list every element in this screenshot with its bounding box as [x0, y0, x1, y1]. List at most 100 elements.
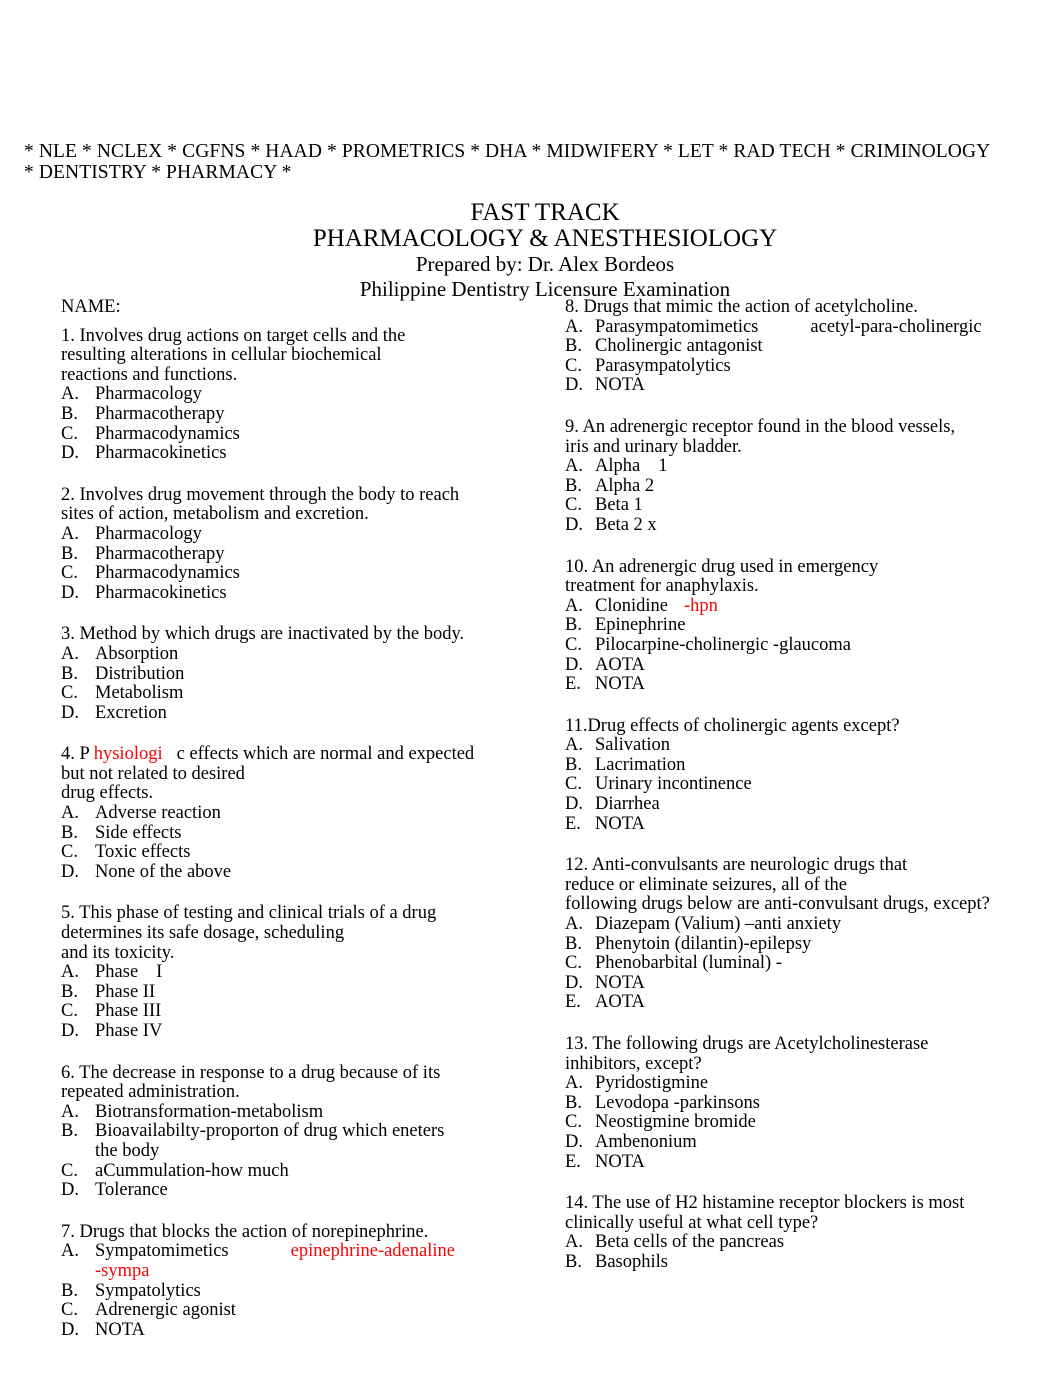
option-row[interactable]: D. Ambenonium [565, 1132, 1015, 1153]
option-text: NOTA [595, 814, 1015, 835]
option-row[interactable]: C. Phenobarbital (luminal) - [565, 953, 1015, 974]
option-row[interactable]: B. Cholinergic antagonist [565, 336, 1015, 357]
option-row[interactable]: A. Alpha 1 [565, 456, 1015, 477]
option-row[interactable]: C. Urinary incontinence [565, 775, 1015, 795]
option-row[interactable]: B. Pharmacotherapy [61, 404, 481, 425]
option-row[interactable]: D. NOTA [61, 1320, 481, 1341]
option-row[interactable]: D. NOTA [565, 376, 1015, 396]
option-row[interactable]: A. Pharmacology [61, 524, 481, 545]
option-row[interactable]: A. Absorption [61, 644, 481, 665]
option-row[interactable]: C. Parasympatolytics [565, 356, 1015, 377]
question-block: 12. Anti-convulsants are neurologic drug… [565, 856, 1015, 1013]
option-row[interactable]: C. Pilocarpine-cholinergic -glaucoma [565, 635, 1015, 656]
option-row[interactable]: C. aCummulation-how much [61, 1161, 481, 1182]
option-row[interactable]: A. Parasympatomimetics acetyl-para-choline… [565, 316, 1015, 338]
option-text: Parasympatomimetics acetyl-para-cholinerg… [595, 316, 1015, 338]
option-row[interactable]: B. Distribution [61, 663, 481, 685]
option-row[interactable]: B. Sympatolytics [61, 1281, 481, 1302]
option-annotation: acetyl-para-cholinergic [810, 316, 982, 337]
option-list: A. Clonidine -hpn B. Epinephrine C. Pilocarpin… [565, 595, 1015, 695]
option-text: Clonidine -hpn [595, 596, 1015, 617]
option-text: Pharmacology [95, 524, 481, 545]
option-row[interactable]: C. Beta 1 [565, 496, 1015, 516]
option-letter: C. [61, 1001, 78, 1022]
option-text: Lacrimation [595, 755, 1015, 776]
option-row[interactable]: A. Diazepam (Valium) –anti anxiety [565, 914, 1015, 935]
option-row[interactable]: B. Bioavailabilty-proporton of drug which… [61, 1122, 481, 1161]
question-stem-line: and its toxicity. [61, 942, 175, 963]
right-questions-container: 8. Drugs that mimic the action of acetyl… [565, 297, 1015, 1273]
option-row[interactable]: B. Epinephrine [565, 616, 1015, 636]
option-label: Toxic effects [95, 842, 191, 863]
option-text: Side effects [95, 823, 481, 844]
option-letter: A. [565, 1073, 583, 1094]
option-label: Alpha 2 [595, 475, 655, 496]
option-letter: B. [61, 663, 78, 684]
option-label: NOTA [595, 674, 645, 695]
option-row[interactable]: C. Phase III [61, 1002, 481, 1022]
option-list: A. Alpha 1 B. Alpha 2 C. Beta 1 D. Beta 2 x [565, 456, 1015, 536]
option-row[interactable]: C. Metabolism [61, 683, 481, 704]
option-letter: A. [565, 595, 583, 616]
option-text: Beta 1 [595, 496, 1015, 516]
option-text: Salivation [595, 735, 1015, 756]
option-row[interactable]: D. None of the above [61, 862, 481, 883]
option-text: Phase III [95, 1002, 481, 1022]
option-annotation-red-line2: -sympa [95, 1260, 150, 1281]
question-stem-line: drug effects. [61, 783, 154, 804]
option-row[interactable]: B. Alpha 2 [565, 475, 1015, 497]
option-row[interactable]: D. Pharmacokinetics [61, 583, 481, 604]
option-row[interactable]: C. Neostigmine bromide [565, 1113, 1015, 1133]
option-row[interactable]: C. Pharmacodynamics [61, 423, 481, 445]
option-row[interactable]: B. Pharmacotherapy [61, 544, 481, 565]
option-row[interactable]: D. NOTA [565, 973, 1015, 994]
option-row[interactable]: E. AOTA [565, 993, 1015, 1013]
option-row[interactable]: A. Clonidine -hpn [565, 595, 1015, 617]
option-row[interactable]: E. NOTA [565, 814, 1015, 835]
option-row[interactable]: A. Beta cells of the pancreas [565, 1233, 1015, 1253]
option-row[interactable]: A. Pyridostigmine [565, 1073, 1015, 1094]
option-row[interactable]: A. Salivation [565, 735, 1015, 756]
question-stem: 9. An adrenergic receptor found in the b… [565, 416, 1015, 457]
option-label: Beta 2 x [595, 514, 657, 535]
question-stem-line: 2. Involves drug movement through the bo… [61, 484, 460, 505]
option-row[interactable]: D. AOTA [565, 655, 1015, 676]
option-row[interactable]: D. Pharmacokinetics [61, 443, 481, 464]
option-row[interactable]: B. Lacrimation [565, 755, 1015, 776]
option-row[interactable]: A. Pharmacology [61, 385, 481, 405]
option-row[interactable]: B. Side effects [61, 823, 481, 844]
option-text: Ambenonium [595, 1132, 1015, 1153]
option-letter: E. [565, 674, 581, 695]
option-row[interactable]: D. Tolerance [61, 1180, 481, 1201]
question-block: 11.Drug effects of cholinergic agents ex… [565, 716, 1015, 835]
option-row[interactable]: E. NOTA [565, 1152, 1015, 1173]
question-stem-line: 8. Drugs that mimic the action of acetyl… [565, 297, 918, 317]
option-row[interactable]: A. Sympatomimetics epinephrine-adenaline -s… [61, 1242, 481, 1281]
question-stem-line: but not related to desired [61, 763, 245, 784]
option-row[interactable]: B. Phase II [61, 982, 481, 1003]
option-letter: A. [61, 803, 79, 824]
option-row[interactable]: B. Levodopa -parkinsons [565, 1093, 1015, 1114]
option-row[interactable]: C. Pharmacodynamics [61, 563, 481, 584]
option-row[interactable]: A. Adverse reaction [61, 803, 481, 824]
option-row[interactable]: E. NOTA [565, 674, 1015, 695]
question-stem-line: 9. An adrenergic receptor found in the b… [565, 416, 956, 437]
option-list: A. Adverse reaction B. Side effects C. Toxic … [61, 803, 481, 883]
option-row[interactable]: A. Phase I [61, 962, 481, 983]
option-row[interactable]: C. Toxic effects [61, 842, 481, 863]
option-letter: C. [61, 423, 78, 444]
question-block: 1. Involves drug actions on target cells… [61, 326, 481, 464]
option-row[interactable]: B. Basophils [565, 1252, 1015, 1273]
option-row[interactable]: D. Beta 2 x [565, 514, 1015, 536]
option-row[interactable]: D. Phase IV [61, 1021, 481, 1042]
option-text: Diarrhea [595, 794, 1015, 815]
option-row[interactable]: D. Excretion [61, 703, 481, 724]
option-row[interactable]: C. Adrenergic agonist [61, 1300, 481, 1321]
option-text: Pharmacodynamics [95, 563, 481, 584]
option-row[interactable]: B. Phenytoin (dilantin)-epilepsy [565, 934, 1015, 955]
option-text: Phase II [95, 982, 481, 1003]
option-row[interactable]: D. Diarrhea [565, 794, 1015, 815]
option-letter: A. [565, 1232, 583, 1253]
option-letter: C. [565, 495, 582, 516]
option-row[interactable]: A. Biotransformation-metabolism [61, 1102, 481, 1123]
